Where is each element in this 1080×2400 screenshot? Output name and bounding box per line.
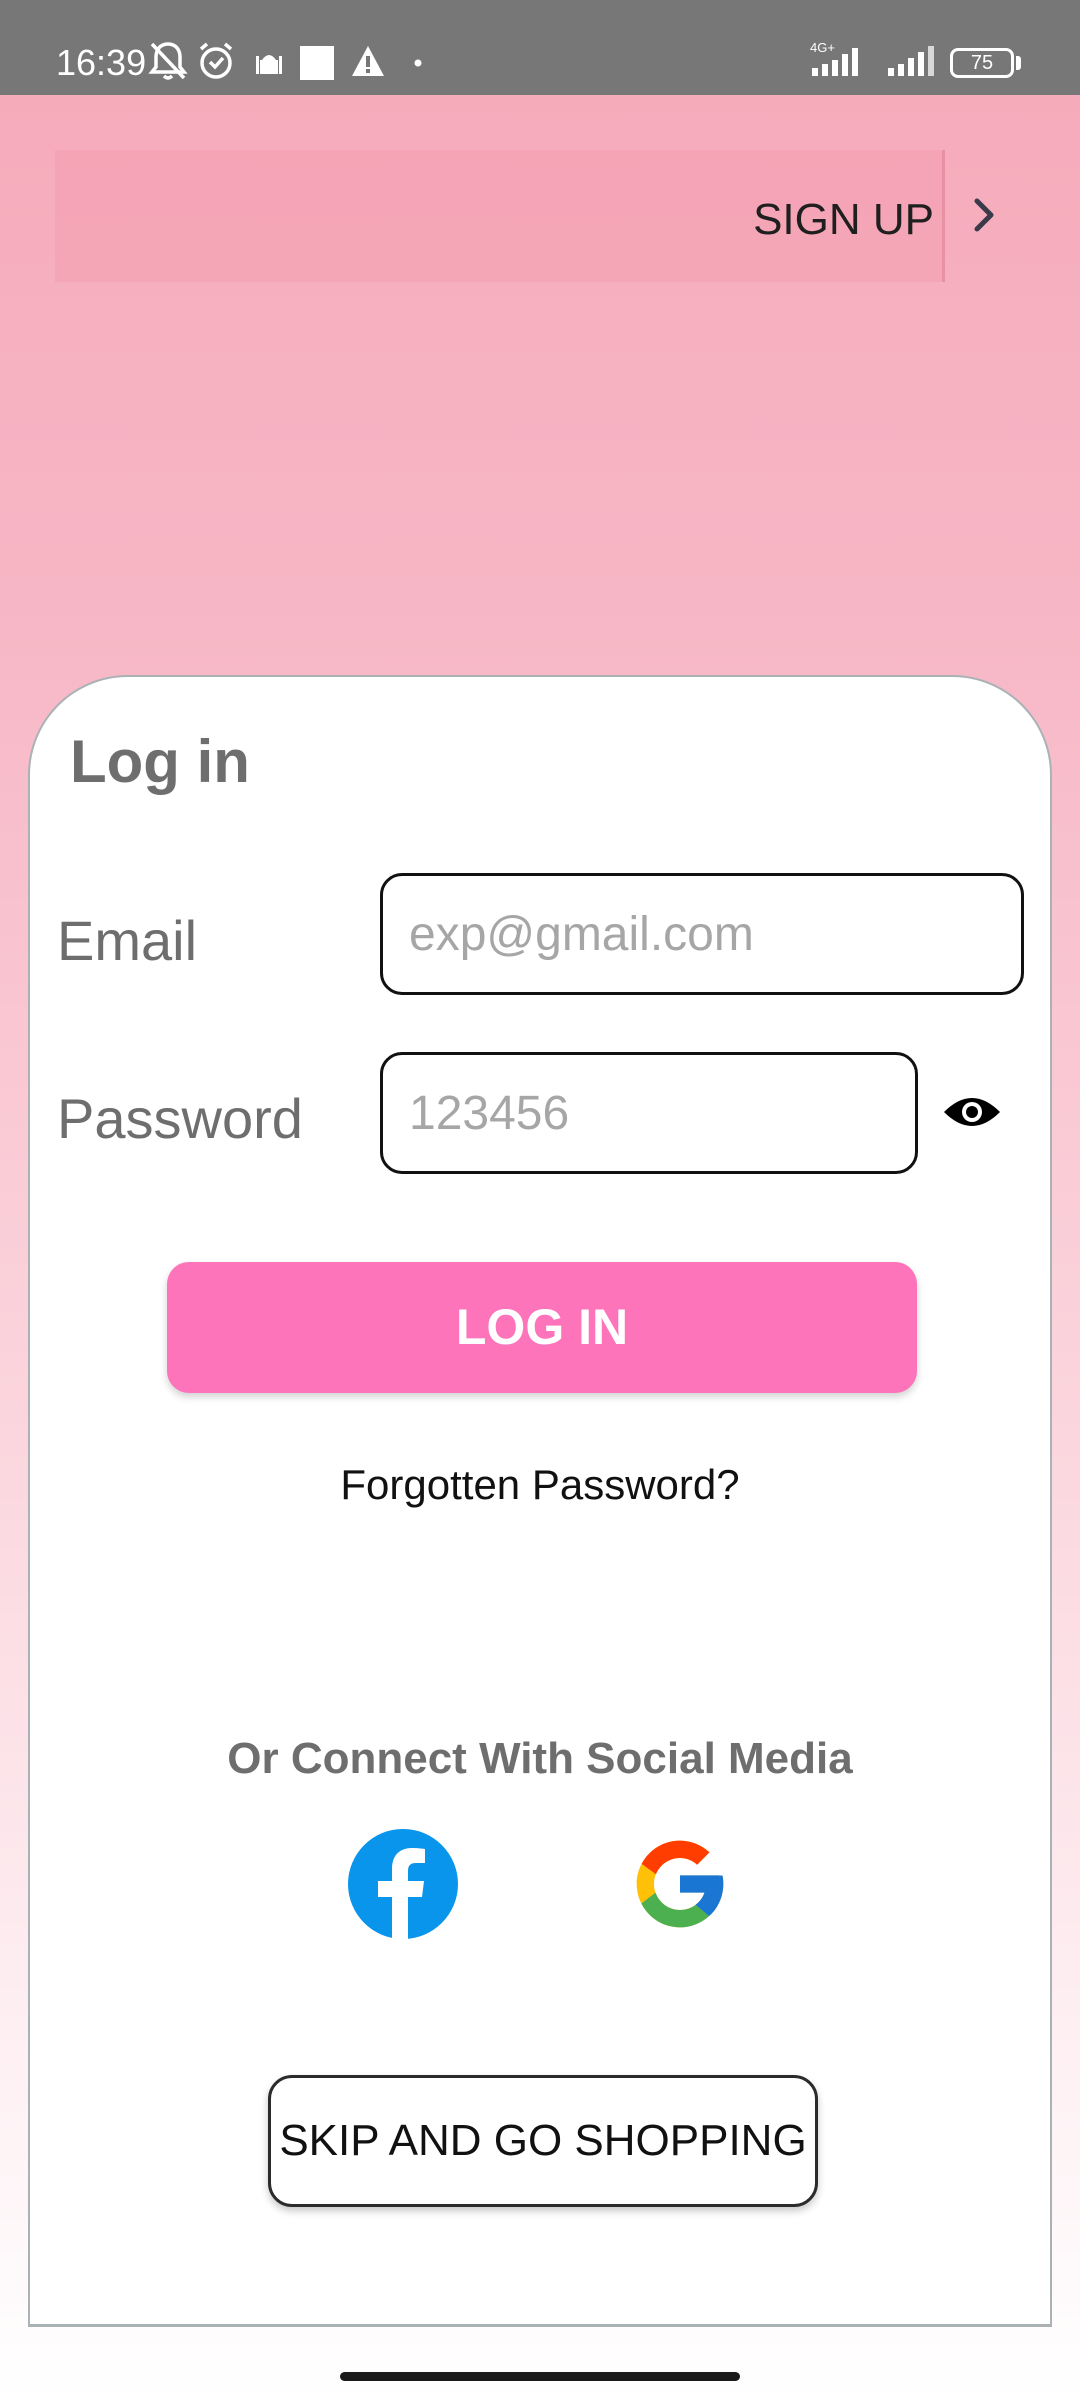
eye-icon[interactable] [942,1090,1002,1134]
signal-icon [886,40,938,80]
bell-off-icon [148,40,188,82]
skip-and-shop-button[interactable]: SKIP AND GO SHOPPING [268,2075,818,2207]
status-time: 16:39 [56,42,147,83]
status-bar: 16:39 4G+ 75 [0,0,1080,95]
email-label: Email [57,909,198,972]
battery-level: 75 [970,52,994,74]
password-field[interactable] [380,1052,918,1174]
warning-icon [350,44,386,78]
email-field[interactable] [380,873,1024,995]
sign-up-label[interactable]: SIGN UP [753,194,934,246]
social-heading: Or Connect With Social Media [227,1734,853,1783]
alarm-icon [196,40,236,82]
battery-tip [1016,56,1021,70]
forgot-password-link[interactable]: Forgotten Password? [30,1459,1050,1511]
square-notification-icon [300,46,334,80]
facebook-icon[interactable] [348,1829,458,1939]
chevron-right-icon[interactable] [965,195,1005,235]
login-button[interactable]: LOG IN [167,1262,917,1393]
login-card: Log in Email Password LOG IN Forgotten P… [28,675,1052,2327]
home-indicator[interactable] [340,2372,740,2381]
battery-icon: 75 [950,48,1014,78]
dot-icon [414,59,422,67]
sign-up-bar[interactable]: SIGN UP [55,150,945,282]
password-label: Password [57,1087,303,1150]
google-icon[interactable] [628,1832,732,1936]
network-type-label: 4G+ [810,40,835,55]
page-title: Log in [70,728,250,795]
signal-icon: 4G+ [808,40,878,80]
mosque-icon [254,48,284,78]
